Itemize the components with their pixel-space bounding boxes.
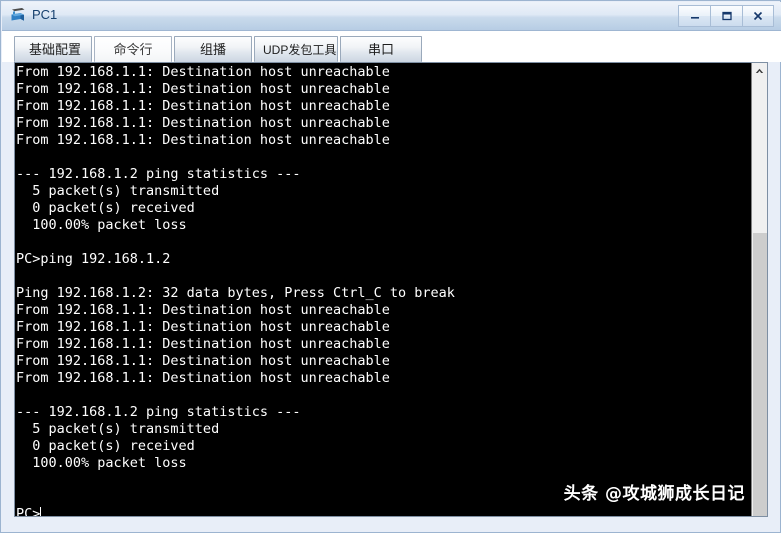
- terminal-line: From 192.168.1.1: Destination host unrea…: [16, 370, 390, 386]
- window-titlebar[interactable]: PC1: [2, 2, 781, 31]
- terminal-line: From 192.168.1.1: Destination host unrea…: [16, 132, 390, 148]
- pc-device-icon: [9, 6, 27, 24]
- tab-udp-packet-tool[interactable]: UDP发包工具: [254, 36, 338, 62]
- terminal-line: --- 192.168.1.2 ping statistics ---: [16, 166, 301, 182]
- pc1-window: PC1 基础配置 命令行 组播 UDP发包工具 串口 From 192.168.…: [0, 0, 781, 533]
- minimize-button[interactable]: [678, 5, 710, 27]
- terminal-line: 0 packet(s) received: [16, 438, 195, 454]
- tab-command-line[interactable]: 命令行: [94, 36, 172, 62]
- terminal-line: 0 packet(s) received: [16, 200, 195, 216]
- tab-strip: 基础配置 命令行 组播 UDP发包工具 串口: [2, 31, 781, 62]
- tab-serial-port[interactable]: 串口: [340, 36, 422, 62]
- terminal-line: From 192.168.1.1: Destination host unrea…: [16, 302, 390, 318]
- tab-list: 基础配置 命令行 组播 UDP发包工具 串口: [14, 35, 424, 62]
- terminal-line: --- 192.168.1.2 ping statistics ---: [16, 404, 301, 420]
- window-controls: [678, 5, 774, 27]
- terminal-line: 100.00% packet loss: [16, 217, 187, 233]
- terminal-line: From 192.168.1.1: Destination host unrea…: [16, 98, 390, 114]
- terminal-prompt-line[interactable]: PC>: [16, 506, 738, 516]
- tab-basic-config[interactable]: 基础配置: [14, 36, 92, 62]
- terminal-line: From 192.168.1.1: Destination host unrea…: [16, 81, 390, 97]
- window-title: PC1: [32, 7, 58, 22]
- titlebar-left-group: PC1: [9, 6, 57, 24]
- terminal-line: From 192.168.1.1: Destination host unrea…: [16, 353, 390, 369]
- terminal-line: From 192.168.1.1: Destination host unrea…: [16, 319, 390, 335]
- terminal-line: PC>ping 192.168.1.2: [16, 251, 171, 267]
- terminal-line: 5 packet(s) transmitted: [16, 183, 220, 199]
- scroll-up-button[interactable]: [752, 63, 767, 79]
- terminal-line: 100.00% packet loss: [16, 455, 187, 471]
- terminal-prompt: PC>: [16, 506, 41, 516]
- terminal-panel[interactable]: From 192.168.1.1: Destination host unrea…: [14, 62, 768, 517]
- scrollbar-thumb[interactable]: [753, 233, 767, 516]
- terminal-line: 5 packet(s) transmitted: [16, 421, 220, 437]
- maximize-button[interactable]: [710, 5, 742, 27]
- terminal-scrollbar[interactable]: [751, 63, 767, 516]
- scrollbar-track[interactable]: [753, 79, 767, 516]
- tab-multicast[interactable]: 组播: [174, 36, 252, 62]
- terminal-output[interactable]: From 192.168.1.1: Destination host unrea…: [15, 64, 738, 516]
- terminal-line: From 192.168.1.1: Destination host unrea…: [16, 115, 390, 131]
- chevron-up-icon: [755, 68, 764, 73]
- terminal-line: From 192.168.1.1: Destination host unrea…: [16, 64, 390, 80]
- terminal-line: Ping 192.168.1.2: 32 data bytes, Press C…: [16, 285, 455, 301]
- terminal-line: From 192.168.1.1: Destination host unrea…: [16, 336, 390, 352]
- close-button[interactable]: [742, 5, 774, 27]
- terminal-cursor: [40, 507, 42, 516]
